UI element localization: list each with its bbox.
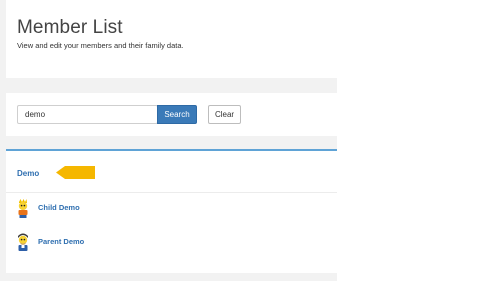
family-header: Demo — [6, 151, 337, 193]
list-item[interactable]: Parent Demo — [6, 231, 337, 265]
member-name[interactable]: Parent Demo — [38, 237, 84, 246]
search-panel: Search Clear — [6, 93, 337, 136]
list-item[interactable]: Child Demo — [6, 197, 337, 231]
child-avatar-icon — [18, 199, 28, 218]
parent-avatar-icon — [18, 233, 28, 251]
header-panel: Member List View and edit your members a… — [6, 0, 337, 78]
results-panel: Demo Child Demo Parent Demo — [6, 149, 337, 273]
app-viewport: Member List View and edit your members a… — [0, 0, 337, 281]
page-subtitle: View and edit your members and their fam… — [17, 41, 184, 50]
family-link[interactable]: Demo — [17, 169, 39, 178]
clear-button[interactable]: Clear — [208, 105, 241, 124]
search-button[interactable]: Search — [157, 105, 197, 124]
arrow-left-icon — [56, 166, 95, 179]
search-input[interactable] — [17, 105, 158, 124]
page-title: Member List — [17, 17, 123, 38]
member-name[interactable]: Child Demo — [38, 203, 80, 212]
